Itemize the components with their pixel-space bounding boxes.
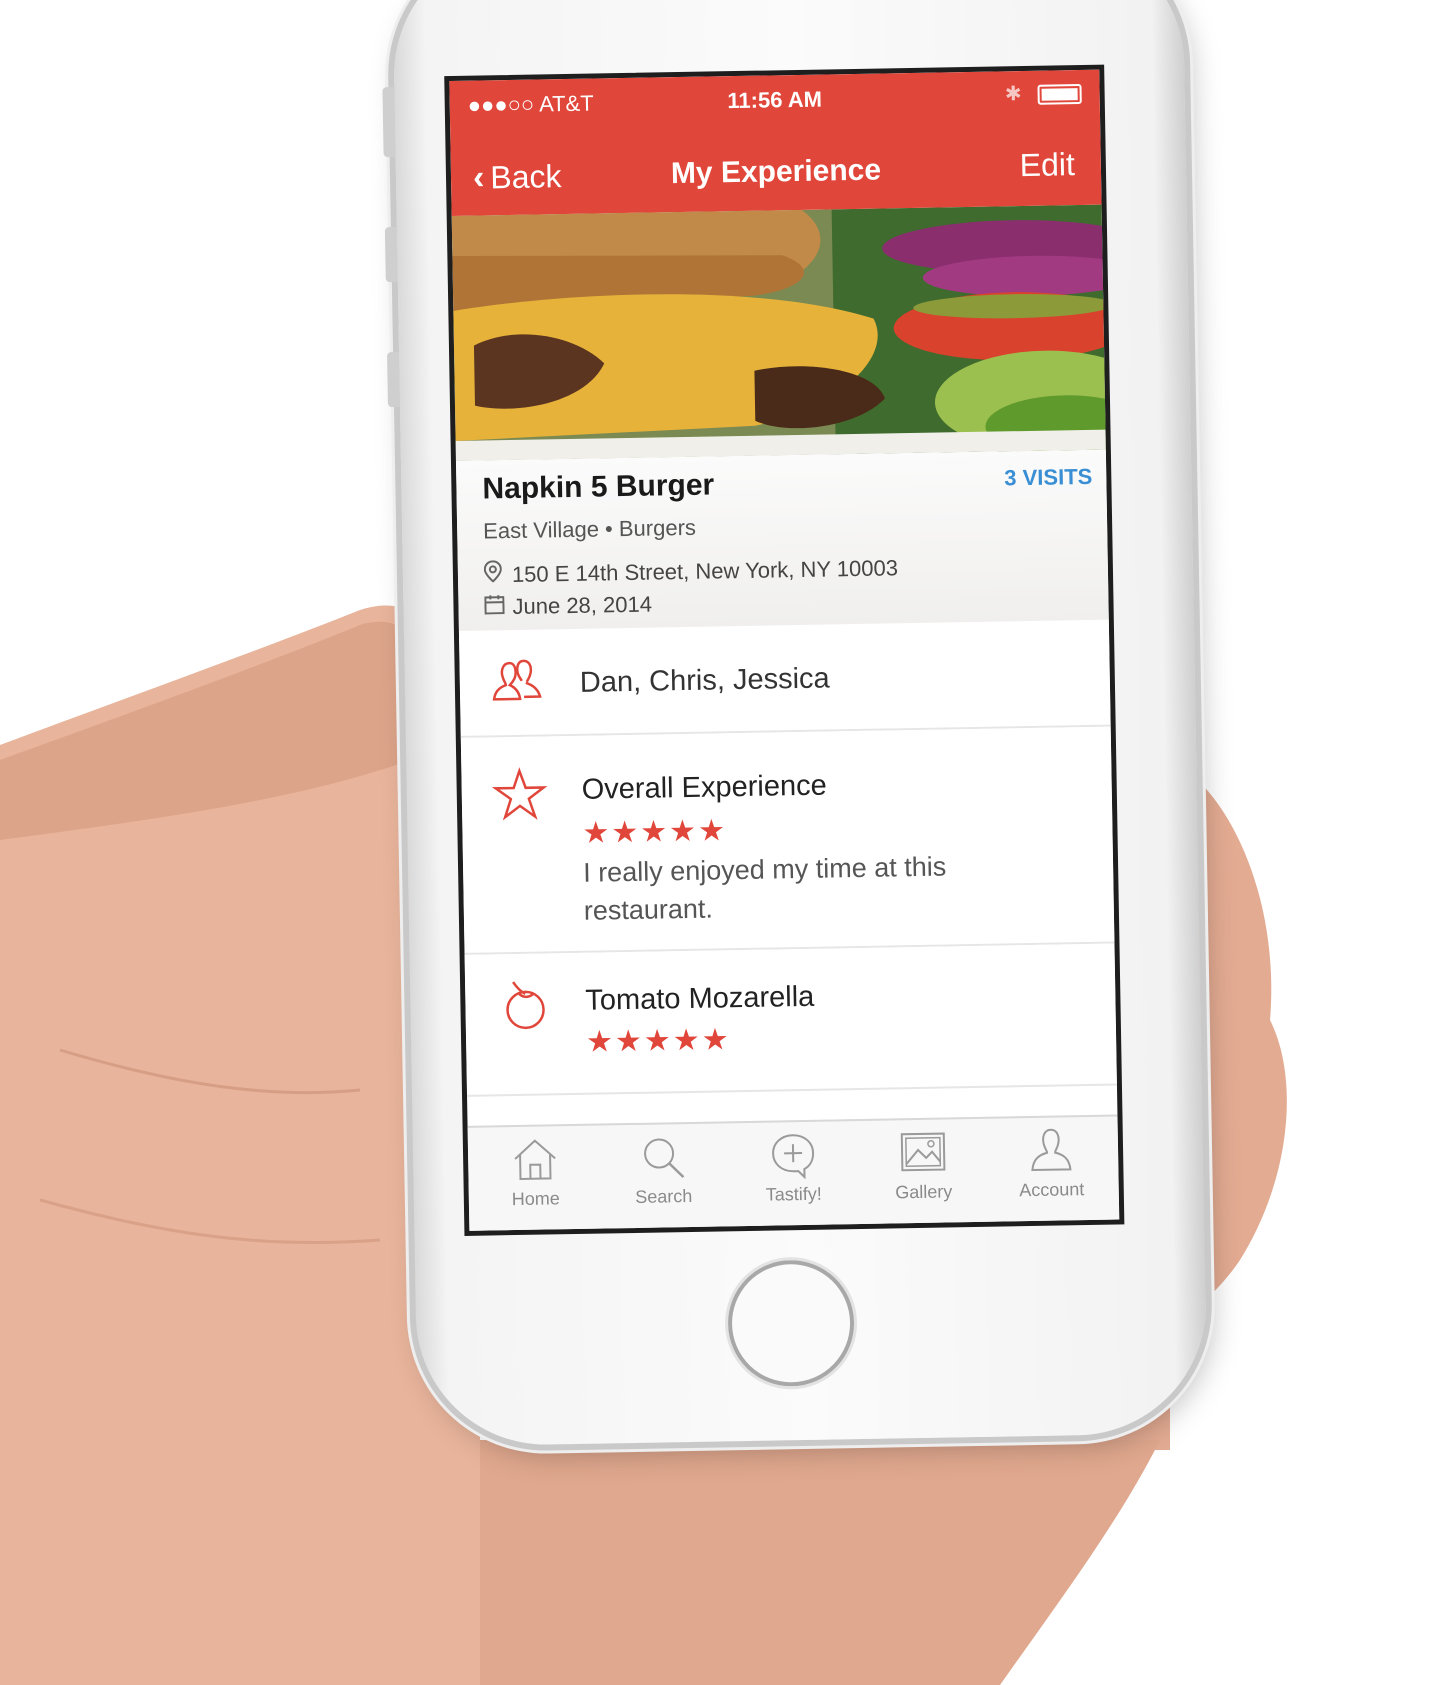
dish-rating-stars: ★★★★★ — [585, 1023, 731, 1059]
restaurant-name: Napkin 5 Burger — [482, 468, 715, 506]
volume-up-button — [384, 226, 398, 283]
add-chat-icon — [772, 1134, 815, 1180]
tab-search[interactable]: Search — [598, 1131, 730, 1225]
gallery-icon — [900, 1132, 946, 1172]
tab-home[interactable]: Home — [470, 1134, 602, 1228]
dish-name: Tomato Mozarella — [585, 980, 815, 1017]
visit-date-text: June 28, 2014 — [512, 591, 653, 620]
location-pin-icon — [483, 560, 506, 588]
tab-account-label: Account — [1019, 1179, 1085, 1201]
search-icon — [644, 1138, 685, 1179]
clock-label: 11:56 AM — [727, 86, 823, 114]
companions-row[interactable]: Dan, Chris, Jessica — [458, 619, 1111, 738]
overall-experience-label: Overall Experience — [581, 769, 827, 806]
visits-badge[interactable]: 3 VISITS — [1004, 464, 1092, 492]
tab-search-label: Search — [635, 1185, 693, 1207]
tab-account[interactable]: Account — [986, 1125, 1118, 1219]
address-line[interactable]: 150 E 14th Street, New York, NY 10003 — [483, 553, 899, 588]
companions-names: Dan, Chris, Jessica — [579, 662, 830, 699]
visit-date-line: June 28, 2014 — [484, 592, 652, 621]
phone-device: ●●●○○ AT&T 11:56 AM ✱ ‹ Back My Experienc… — [382, 0, 1209, 1447]
overall-rating-stars: ★★★★★ — [582, 814, 728, 850]
dish-row[interactable]: Tomato Mozarella ★★★★★ — [464, 943, 1117, 1097]
tab-gallery[interactable]: Gallery — [858, 1127, 990, 1221]
home-button[interactable] — [726, 1259, 856, 1388]
tab-tastify-label: Tastify! — [765, 1183, 822, 1205]
overall-comment: I really enjoyed my time at this restaur… — [582, 851, 947, 926]
tab-tastify[interactable]: Tastify! — [728, 1129, 860, 1223]
tomato-icon — [506, 981, 545, 1030]
restaurant-category: East Village • Burgers — [482, 514, 697, 544]
bluetooth-icon: ✱ — [1004, 83, 1022, 106]
phone-screen: ●●●○○ AT&T 11:56 AM ✱ ‹ Back My Experienc… — [444, 64, 1125, 1236]
restaurant-photo — [451, 204, 1106, 461]
edit-button[interactable]: Edit — [1019, 146, 1075, 184]
battery-icon — [1037, 83, 1082, 105]
mute-switch — [382, 86, 396, 158]
tab-bar: Home Search Tastify! Gallery Account — [467, 1114, 1120, 1233]
volume-down-button — [387, 351, 400, 408]
tab-gallery-label: Gallery — [895, 1181, 953, 1203]
status-bar: ●●●○○ AT&T 11:56 AM ✱ — [449, 70, 1100, 127]
people-icon — [492, 659, 542, 701]
navigation-bar: ‹ Back My Experience Edit — [450, 130, 1101, 211]
address-text: 150 E 14th Street, New York, NY 10003 — [511, 555, 899, 588]
home-icon — [514, 1139, 556, 1180]
star-outline-icon — [491, 767, 548, 821]
tab-home-label: Home — [511, 1188, 561, 1210]
top-bar: ●●●○○ AT&T 11:56 AM ✱ ‹ Back My Experienc… — [449, 69, 1102, 217]
overall-experience-row[interactable]: Overall Experience ★★★★★ I really enjoye… — [460, 726, 1115, 955]
account-icon — [1031, 1128, 1072, 1172]
restaurant-info-card: Napkin 5 Burger 3 VISITS East Village • … — [455, 449, 1109, 633]
calendar-icon — [484, 594, 506, 620]
